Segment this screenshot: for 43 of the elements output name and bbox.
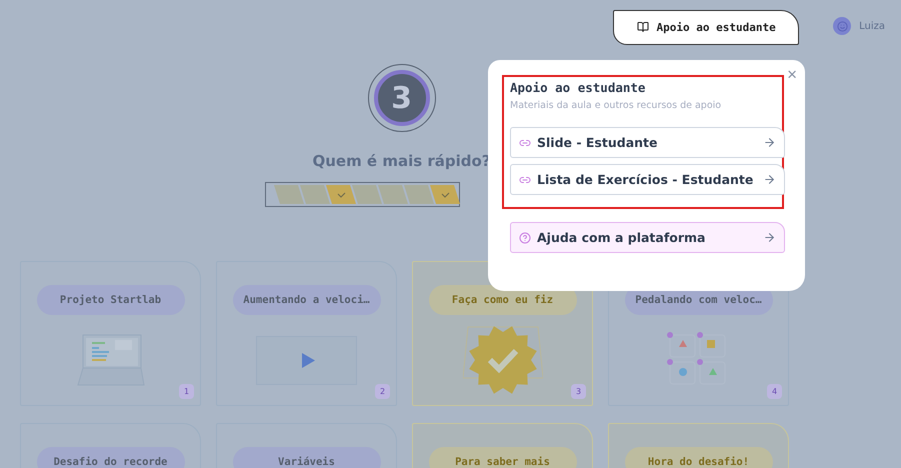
student-support-button[interactable]: Apoio ao estudante	[613, 10, 800, 44]
card-number: 1	[179, 384, 194, 399]
card-number: 4	[767, 384, 782, 399]
user-name: Luiza	[859, 20, 885, 32]
progress-step[interactable]	[300, 185, 330, 204]
progress-step[interactable]	[326, 185, 356, 204]
popup-title: Apoio ao estudante	[510, 80, 646, 95]
card-title: Para saber mais	[428, 447, 576, 468]
card-title: Desafio do recorde	[36, 447, 184, 468]
lesson-card[interactable]: Para saber mais	[412, 423, 593, 468]
lesson-card[interactable]: Projeto Startlab 1	[20, 261, 201, 406]
laptop-illustration	[76, 334, 144, 386]
lesson-card[interactable]: Desafio do recorde	[20, 423, 201, 468]
card-number: 3	[571, 384, 586, 399]
card-number: 2	[375, 384, 390, 399]
book-icon	[636, 21, 648, 33]
smile-icon	[836, 20, 848, 32]
close-button[interactable]: ×	[787, 66, 797, 83]
arrow-right-icon	[763, 231, 776, 244]
avatar[interactable]	[833, 17, 852, 35]
progress-step[interactable]	[404, 185, 434, 204]
arrow-right-icon	[763, 136, 776, 149]
material-link[interactable]: Slide - Estudante	[510, 127, 785, 158]
arrow-right-icon	[763, 173, 776, 186]
card-title: Aumentando a veloci…	[232, 285, 380, 315]
lesson-card[interactable]: Variáveis	[216, 423, 397, 468]
lesson-number: 3	[374, 70, 430, 126]
progress-step[interactable]	[430, 185, 460, 204]
progress-step[interactable]	[274, 185, 304, 204]
popup-subtitle: Materiais da aula e outros recursos de apoio	[510, 100, 722, 111]
card-title: Hora do desafio!	[624, 447, 772, 468]
lesson-card[interactable]: Hora do desafio!	[608, 423, 789, 468]
help-link[interactable]: Ajuda com a plataforma	[510, 222, 785, 253]
progress-step[interactable]	[378, 185, 408, 204]
material-link[interactable]: Lista de Exercícios - Estudante	[510, 164, 785, 195]
progress-step[interactable]	[352, 185, 382, 204]
card-title: Projeto Startlab	[36, 285, 184, 315]
lesson-card[interactable]: Aumentando a veloci… 2	[216, 261, 397, 406]
card-title: Variáveis	[232, 447, 380, 468]
help-icon	[519, 232, 531, 244]
check-icon	[440, 192, 450, 198]
check-icon	[336, 192, 346, 198]
lesson-title: Quem é mais rápido?	[312, 152, 491, 170]
